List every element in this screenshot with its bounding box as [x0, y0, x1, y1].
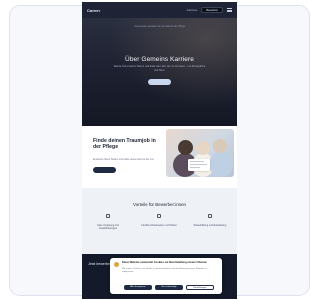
necessary-only-button[interactable]: Nur notwendige [155, 285, 183, 290]
benefits-title: Vorteile für Bewerber:innen [133, 202, 186, 207]
cookie-consent-dialog: Diese Website verwendet Cookies zur Bere… [110, 258, 222, 294]
mobile-page-preview: Career Karriere Bewerben Gemeinsam gesta… [82, 2, 237, 299]
benefit-item: Weiterbildung und Entwicklung [193, 224, 227, 227]
cookie-title: Diese Website verwendet Cookies zur Bere… [122, 261, 207, 264]
benefit-icon [157, 214, 161, 218]
nav-actions: Karriere Bewerben [187, 7, 232, 13]
nav-link[interactable]: Karriere [187, 8, 198, 12]
benefit-item: Flexible Arbeitszeiten und Teilzeit [141, 224, 177, 227]
hero-subtitle: Werde Teil unseres Teams und finde den J… [113, 65, 206, 72]
top-navigation: Career Karriere Bewerben [82, 2, 237, 18]
hero-tagline: Gemeinsam gestalten wir die Zukunft der … [133, 25, 186, 28]
feature-text: Entdecke offene Stellen und starte deine… [93, 158, 155, 161]
cookie-icon [114, 262, 119, 267]
benefit-icons [82, 214, 237, 220]
feature-title: Finde deinen Traumjob in der Pflege [93, 138, 156, 150]
hero-section: Gemeinsam gestalten wir die Zukunft der … [82, 18, 237, 126]
hamburger-menu-icon[interactable] [227, 8, 232, 12]
apply-button[interactable]: Bewerben [201, 7, 223, 13]
team-photo [166, 129, 234, 177]
photo-info-card [188, 159, 210, 171]
site-logo[interactable]: Career [87, 8, 100, 13]
benefits-section: Vorteile für Bewerber:innen Faire Vergüt… [82, 188, 237, 254]
benefit-item: Faire Vergütung und Zusatzleistungen [97, 224, 119, 230]
bottom-title: Jetzt bewerben [88, 262, 112, 266]
benefit-icon [208, 214, 212, 218]
feature-section: Finde deinen Traumjob in der Pflege Entd… [82, 126, 237, 188]
feature-button[interactable] [93, 167, 116, 173]
cookie-text: Wir nutzen Cookies, um Inhalte zu person… [122, 268, 207, 273]
hero-cta-button[interactable] [148, 79, 171, 85]
cookie-settings-button[interactable]: Einstellungen [186, 285, 214, 290]
accept-all-button[interactable]: Alle akzeptieren [124, 285, 152, 290]
hero-title: Über Gemeins Karriere [125, 56, 194, 63]
benefit-icon [106, 214, 110, 218]
